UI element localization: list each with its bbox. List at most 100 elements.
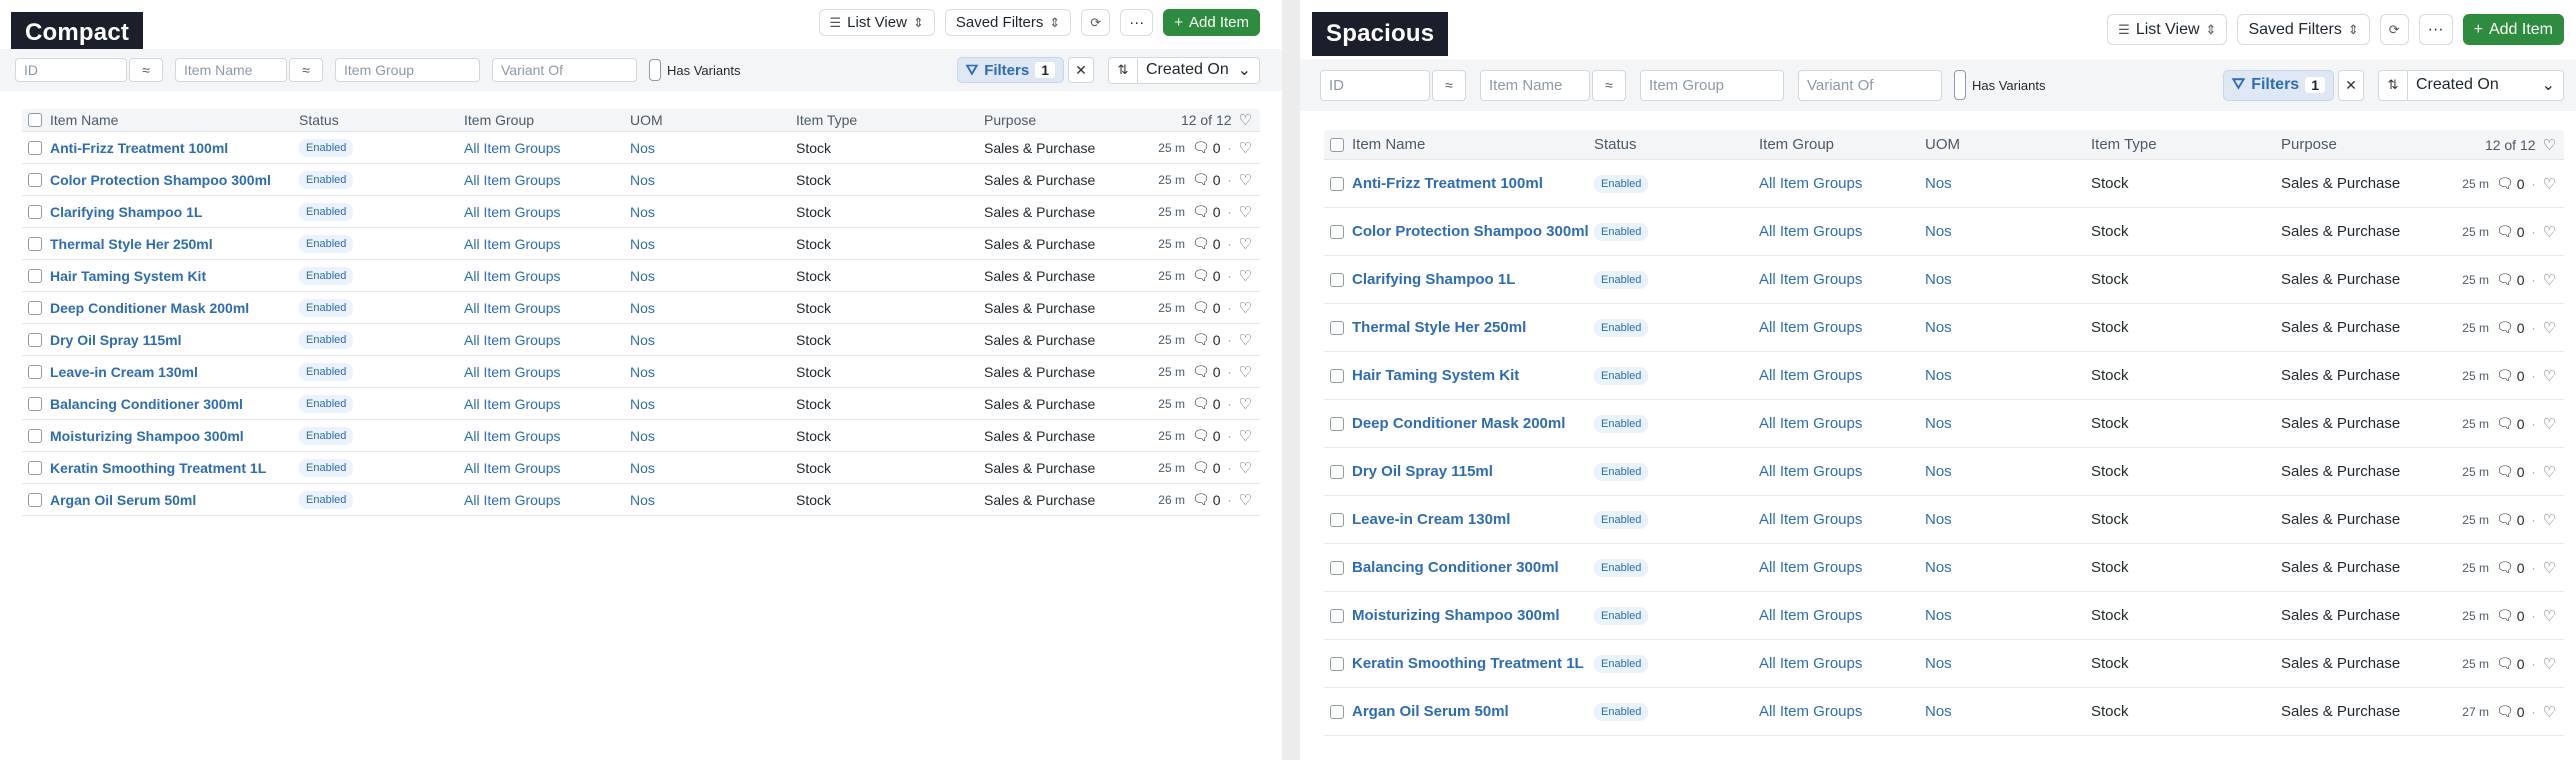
- like-icon[interactable]: ♡: [1239, 171, 1252, 189]
- item-group-link[interactable]: All Item Groups: [1759, 271, 1862, 288]
- table-row[interactable]: Hair Taming System Kit Enabled All Item Gr…: [1324, 352, 2564, 400]
- row-checkbox[interactable]: [1330, 176, 1344, 191]
- like-icon[interactable]: ♡: [2543, 559, 2556, 577]
- row-checkbox[interactable]: [28, 332, 42, 347]
- comment-count[interactable]: 🗨︎ 0: [2496, 367, 2525, 384]
- filters-button[interactable]: ⛛ Filters 1: [956, 57, 1064, 83]
- comment-count[interactable]: 🗨︎ 0: [2496, 463, 2525, 480]
- item-group-link[interactable]: All Item Groups: [1759, 559, 1862, 576]
- like-icon[interactable]: ♡: [1239, 395, 1252, 413]
- table-row[interactable]: Argan Oil Serum 50ml Enabled All Item Grou…: [22, 484, 1260, 516]
- item-name-link[interactable]: Hair Taming System Kit: [1352, 367, 1594, 384]
- like-icon[interactable]: ♡: [1239, 299, 1252, 317]
- table-row[interactable]: Deep Conditioner Mask 200ml Enabled All It…: [1324, 400, 2564, 448]
- item-group-link[interactable]: All Item Groups: [1759, 703, 1862, 720]
- item-group-link[interactable]: All Item Groups: [464, 236, 560, 252]
- clear-filters-button[interactable]: ✕: [2338, 69, 2364, 101]
- variant-of-filter-input[interactable]: Variant Of: [492, 58, 637, 82]
- table-row[interactable]: Argan Oil Serum 50ml Enabled All Item Grou…: [1324, 688, 2564, 736]
- comment-count[interactable]: 🗨︎ 0: [2496, 511, 2525, 528]
- row-checkbox[interactable]: [28, 300, 42, 315]
- item-name-link[interactable]: Anti-Frizz Treatment 100ml: [1352, 175, 1594, 192]
- item-name-link[interactable]: Balancing Conditioner 300ml: [50, 396, 299, 412]
- like-icon[interactable]: ♡: [2543, 223, 2556, 241]
- comment-count[interactable]: 🗨︎ 0: [1192, 491, 1221, 508]
- item-name-link[interactable]: Thermal Style Her 250ml: [1352, 319, 1594, 336]
- table-row[interactable]: Color Protection Shampoo 300ml Enabled All…: [22, 164, 1260, 196]
- table-row[interactable]: Balancing Conditioner 300ml Enabled All It…: [1324, 544, 2564, 592]
- comment-count[interactable]: 🗨︎ 0: [2496, 559, 2525, 576]
- row-checkbox[interactable]: [28, 140, 42, 155]
- row-checkbox[interactable]: [1330, 416, 1344, 431]
- item-group-link[interactable]: All Item Groups: [1759, 655, 1862, 672]
- has-variants-filter[interactable]: Has Variants: [649, 59, 740, 81]
- uom-link[interactable]: Nos: [1925, 607, 1952, 624]
- uom-link[interactable]: Nos: [630, 140, 655, 156]
- clear-filters-button[interactable]: ✕: [1068, 57, 1094, 83]
- list-view-button[interactable]: ☰ List View ⇕: [818, 9, 935, 36]
- item-group-link[interactable]: All Item Groups: [1759, 367, 1862, 384]
- item-name-link[interactable]: Argan Oil Serum 50ml: [1352, 703, 1594, 720]
- uom-link[interactable]: Nos: [630, 396, 655, 412]
- uom-link[interactable]: Nos: [630, 236, 655, 252]
- table-row[interactable]: Color Protection Shampoo 300ml Enabled All…: [1324, 208, 2564, 256]
- row-checkbox[interactable]: [1330, 512, 1344, 527]
- saved-filters-button[interactable]: Saved Filters ⇕: [944, 9, 1072, 36]
- item-group-link[interactable]: All Item Groups: [464, 140, 560, 156]
- sort-order-button[interactable]: ⇅: [1108, 56, 1138, 84]
- id-fuzzy-toggle[interactable]: ≈: [1432, 69, 1466, 101]
- add-item-button[interactable]: + Add Item: [2462, 14, 2564, 45]
- item-name-link[interactable]: Argan Oil Serum 50ml: [50, 492, 299, 508]
- comment-count[interactable]: 🗨︎ 0: [1192, 235, 1221, 252]
- list-view-button[interactable]: ☰ List View ⇕: [2107, 14, 2228, 45]
- like-icon[interactable]: ♡: [1239, 363, 1252, 381]
- uom-link[interactable]: Nos: [1925, 319, 1952, 336]
- row-checkbox[interactable]: [28, 428, 42, 443]
- sort-field-select[interactable]: Created On ⌄: [2408, 69, 2564, 101]
- like-filter-icon[interactable]: ♡: [2543, 136, 2556, 154]
- item-name-link[interactable]: Hair Taming System Kit: [50, 268, 299, 284]
- saved-filters-button[interactable]: Saved Filters ⇕: [2237, 14, 2370, 45]
- name-fuzzy-toggle[interactable]: ≈: [1592, 69, 1626, 101]
- like-icon[interactable]: ♡: [1239, 331, 1252, 349]
- table-row[interactable]: Thermal Style Her 250ml Enabled All Item G…: [22, 228, 1260, 260]
- like-icon[interactable]: ♡: [2543, 655, 2556, 673]
- row-checkbox[interactable]: [28, 396, 42, 411]
- item-group-link[interactable]: All Item Groups: [464, 364, 560, 380]
- table-row[interactable]: Clarifying Shampoo 1L Enabled All Item Gro…: [1324, 256, 2564, 304]
- comment-count[interactable]: 🗨︎ 0: [1192, 171, 1221, 188]
- table-row[interactable]: Clarifying Shampoo 1L Enabled All Item Gro…: [22, 196, 1260, 228]
- item-group-link[interactable]: All Item Groups: [464, 492, 560, 508]
- like-filter-icon[interactable]: ♡: [1239, 111, 1252, 129]
- table-row[interactable]: Moisturizing Shampoo 300ml Enabled All Ite…: [22, 420, 1260, 452]
- item-name-link[interactable]: Keratin Smoothing Treatment 1L: [50, 460, 299, 476]
- item-name-link[interactable]: Keratin Smoothing Treatment 1L: [1352, 655, 1594, 672]
- row-checkbox[interactable]: [1330, 368, 1344, 383]
- row-checkbox[interactable]: [1330, 560, 1344, 575]
- item-name-link[interactable]: Leave-in Cream 130ml: [50, 364, 299, 380]
- name-fuzzy-toggle[interactable]: ≈: [289, 58, 323, 82]
- select-all-checkbox[interactable]: [1330, 137, 1344, 152]
- item-group-link[interactable]: All Item Groups: [464, 172, 560, 188]
- id-fuzzy-toggle[interactable]: ≈: [129, 58, 163, 82]
- item-group-link[interactable]: All Item Groups: [1759, 223, 1862, 240]
- comment-count[interactable]: 🗨︎ 0: [2496, 175, 2525, 192]
- item-group-link[interactable]: All Item Groups: [1759, 463, 1862, 480]
- item-name-link[interactable]: Deep Conditioner Mask 200ml: [50, 300, 299, 316]
- uom-link[interactable]: Nos: [630, 364, 655, 380]
- comment-count[interactable]: 🗨︎ 0: [2496, 223, 2525, 240]
- row-checkbox[interactable]: [1330, 608, 1344, 623]
- row-checkbox[interactable]: [1330, 656, 1344, 671]
- like-icon[interactable]: ♡: [2543, 319, 2556, 337]
- table-row[interactable]: Balancing Conditioner 300ml Enabled All It…: [22, 388, 1260, 420]
- row-checkbox[interactable]: [28, 460, 42, 475]
- uom-link[interactable]: Nos: [1925, 415, 1952, 432]
- comment-count[interactable]: 🗨︎ 0: [1192, 395, 1221, 412]
- comment-count[interactable]: 🗨︎ 0: [1192, 363, 1221, 380]
- like-icon[interactable]: ♡: [1239, 203, 1252, 221]
- item-group-filter-input[interactable]: Item Group: [335, 58, 480, 82]
- table-row[interactable]: Dry Oil Spray 115ml Enabled All Item Group…: [1324, 448, 2564, 496]
- refresh-button[interactable]: ⟳: [2379, 14, 2409, 45]
- row-checkbox[interactable]: [28, 236, 42, 251]
- item-group-link[interactable]: All Item Groups: [1759, 511, 1862, 528]
